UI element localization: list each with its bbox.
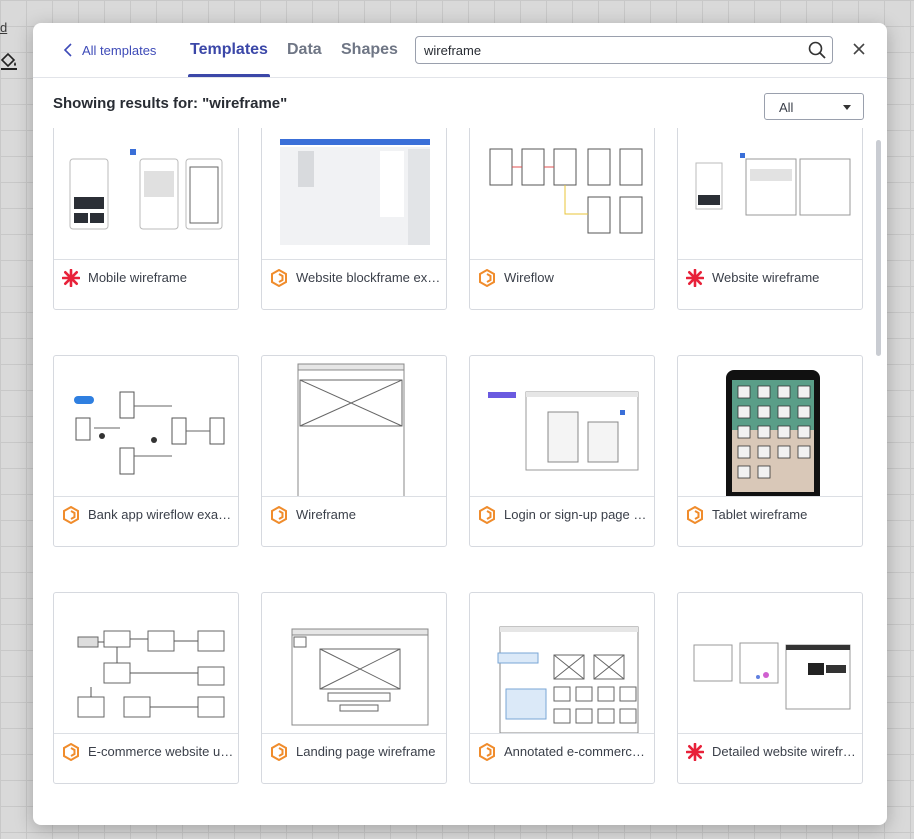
all-templates-back-link[interactable]: All templates <box>63 40 156 60</box>
active-tab-indicator <box>188 74 270 77</box>
template-card[interactable]: Website blockframe exa... <box>261 128 447 310</box>
template-picker-dialog: All templates Templates Data Shapes Show… <box>33 23 887 825</box>
search-box <box>415 36 833 64</box>
chevron-left-icon <box>63 43 72 57</box>
template-title: E-commerce website us... <box>88 744 234 759</box>
template-title: Annotated e-commerce ... <box>504 744 650 759</box>
template-thumbnail <box>291 628 429 726</box>
template-thumbnail <box>77 630 225 718</box>
card-divider <box>54 259 238 260</box>
template-title: Login or sign-up page w... <box>504 507 650 522</box>
results-heading: Showing results for: "wireframe" <box>53 95 288 112</box>
tab-data[interactable]: Data <box>287 41 322 59</box>
paint-bucket-icon <box>0 52 17 70</box>
template-card[interactable]: Bank app wireflow exam... <box>53 355 239 547</box>
filter-dropdown[interactable]: All <box>764 93 864 120</box>
lucidspark-icon <box>686 743 704 761</box>
card-divider <box>470 733 654 734</box>
card-divider <box>678 259 862 260</box>
template-card[interactable]: Mobile wireframe <box>53 128 239 310</box>
template-card[interactable]: Website wireframe <box>677 128 863 310</box>
template-thumbnail <box>488 391 639 471</box>
card-divider <box>262 496 446 497</box>
close-icon[interactable] <box>852 42 866 56</box>
template-card[interactable]: Annotated e-commerce ... <box>469 592 655 784</box>
template-thumbnail <box>695 153 851 216</box>
template-thumbnail <box>726 370 820 496</box>
template-card[interactable]: Detailed website wirefra... <box>677 592 863 784</box>
lucidspark-icon <box>62 269 80 287</box>
template-title: Mobile wireframe <box>88 270 187 285</box>
card-divider <box>678 733 862 734</box>
template-card[interactable]: E-commerce website us... <box>53 592 239 784</box>
tab-shapes[interactable]: Shapes <box>341 41 398 59</box>
card-divider <box>470 496 654 497</box>
template-title: Landing page wireframe <box>296 744 436 759</box>
template-thumbnail <box>69 149 223 230</box>
tab-templates[interactable]: Templates <box>190 41 268 59</box>
lucidchart-icon <box>479 743 495 761</box>
filter-selected-value: All <box>779 100 794 115</box>
lucidchart-icon <box>271 269 287 287</box>
template-card[interactable]: Landing page wireframe <box>261 592 447 784</box>
scrollbar-thumb[interactable] <box>876 140 881 356</box>
template-thumbnail <box>693 642 851 710</box>
template-title: Wireframe <box>296 507 356 522</box>
dialog-header: All templates Templates Data Shapes <box>33 23 887 78</box>
lucidchart-icon <box>479 269 495 287</box>
template-thumbnail <box>297 363 405 496</box>
card-divider <box>54 496 238 497</box>
lucidspark-icon <box>686 269 704 287</box>
template-thumbnail <box>489 148 643 234</box>
lucidchart-icon <box>63 743 79 761</box>
template-title: Website wireframe <box>712 270 820 285</box>
card-divider <box>262 733 446 734</box>
lucidchart-icon <box>271 743 287 761</box>
card-divider <box>54 733 238 734</box>
search-input[interactable] <box>416 37 804 63</box>
lucidchart-icon <box>479 506 495 524</box>
template-card[interactable]: Wireframe <box>261 355 447 547</box>
template-card[interactable]: Tablet wireframe <box>677 355 863 547</box>
caret-down-icon <box>843 105 851 110</box>
template-title: Website blockframe exa... <box>296 270 442 285</box>
template-thumbnail <box>280 139 430 245</box>
card-divider <box>262 259 446 260</box>
template-title: Detailed website wirefra... <box>712 744 858 759</box>
template-thumbnail <box>497 626 639 733</box>
template-grid: Mobile wireframe Website blockframe exa.… <box>33 128 887 825</box>
card-divider <box>470 259 654 260</box>
card-divider <box>678 496 862 497</box>
template-card[interactable]: Wireflow <box>469 128 655 310</box>
back-link-label: All templates <box>82 42 157 58</box>
template-card[interactable]: Login or sign-up page w... <box>469 355 655 547</box>
lucidchart-icon <box>687 506 703 524</box>
template-thumbnail <box>74 391 225 475</box>
lucidchart-icon <box>63 506 79 524</box>
template-title: Tablet wireframe <box>712 507 808 522</box>
template-title: Wireflow <box>504 270 554 285</box>
lucidchart-icon <box>271 506 287 524</box>
canvas-text: d <box>0 20 8 35</box>
search-icon[interactable] <box>808 41 826 59</box>
template-title: Bank app wireflow exam... <box>88 507 234 522</box>
